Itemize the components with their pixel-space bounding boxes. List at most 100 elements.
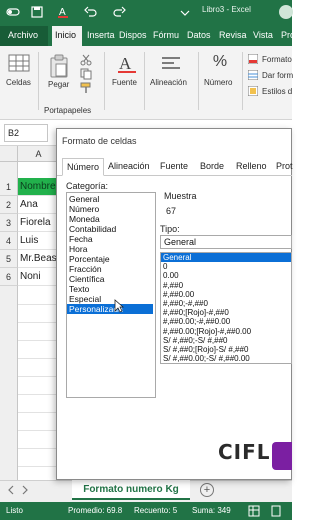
tab-revisar[interactable]: Revisa	[216, 26, 250, 46]
sample-label: Muestra	[164, 191, 197, 201]
alignment-group-label[interactable]: Alineación	[150, 78, 187, 87]
normal-view-icon[interactable]	[248, 505, 260, 519]
mouse-cursor-icon	[114, 299, 125, 315]
format-as-table-icon[interactable]	[247, 69, 259, 82]
tab-programador[interactable]: Pro	[278, 26, 298, 46]
column-header-a[interactable]: A	[18, 146, 60, 162]
tab-vista[interactable]: Vista	[250, 26, 276, 46]
name-box[interactable]: B2	[4, 124, 48, 142]
gridline	[18, 304, 60, 305]
save-icon[interactable]	[30, 4, 44, 20]
category-item[interactable]: Número	[67, 204, 153, 214]
scroll-right-icon[interactable]	[20, 484, 30, 498]
row-header[interactable]: 6	[0, 268, 18, 286]
cell-a2[interactable]: Ana	[18, 196, 60, 214]
ribbon-separator	[104, 52, 105, 110]
tab-archivo[interactable]: Archivo	[0, 26, 48, 46]
paste-label[interactable]: Pegar	[48, 80, 69, 89]
sheet-tab[interactable]: Formato numero Kg	[72, 480, 190, 500]
row-header[interactable]: 4	[0, 232, 18, 250]
category-item[interactable]: Moneda	[67, 214, 153, 224]
tab-insertar[interactable]: Inserta	[84, 26, 118, 46]
category-item[interactable]: Porcentaje	[67, 254, 153, 264]
cifl-logo: CIFL	[218, 440, 271, 464]
format-code-item[interactable]: #,##0.00;[Rojo]-#,##0.00	[161, 327, 291, 336]
format-code-item[interactable]: S/ #,##0.00;-S/ #,##0.00	[161, 354, 291, 363]
percent-icon[interactable]: %	[210, 52, 230, 72]
cut-icon[interactable]	[80, 54, 92, 68]
cell-a1[interactable]: Nombre	[18, 178, 60, 196]
category-item[interactable]: Fracción	[67, 264, 153, 274]
row-header[interactable]: 3	[0, 214, 18, 232]
conditional-format-icon[interactable]	[247, 53, 259, 66]
status-sum[interactable]: Suma: 349	[192, 506, 231, 515]
category-item[interactable]: Fecha	[67, 234, 153, 244]
format-code-item[interactable]: S/ #,##0;[Rojo]-S/ #,##0	[161, 345, 291, 354]
dialog-tab-borde[interactable]: Borde	[200, 158, 224, 176]
category-item[interactable]: Hora	[67, 244, 153, 254]
redo-icon[interactable]	[112, 4, 126, 20]
paste-icon[interactable]	[48, 54, 70, 80]
row-header[interactable]: 5	[0, 250, 18, 268]
cells-group-icon[interactable]	[8, 54, 30, 76]
format-code-item[interactable]: #,##0.00;-#,##0.00	[161, 317, 291, 326]
cells-group-label[interactable]: Celdas	[6, 78, 31, 87]
row-header[interactable]: 1	[0, 178, 18, 196]
tab-disposicion[interactable]: Dispos	[116, 26, 150, 46]
conditional-format-label[interactable]: Formato	[262, 55, 292, 64]
category-item[interactable]: Texto	[67, 284, 153, 294]
cell-a5[interactable]: Mr.Beas	[18, 250, 60, 268]
scroll-left-icon[interactable]	[6, 484, 16, 498]
svg-text:A: A	[119, 54, 132, 73]
format-code-item-selected[interactable]: General	[161, 253, 291, 263]
status-average[interactable]: Promedio: 69.8	[68, 506, 122, 515]
font-icon[interactable]: A	[116, 52, 138, 76]
undo-icon[interactable]	[84, 4, 98, 20]
customize-icon[interactable]	[178, 4, 192, 20]
dialog-tab-proteger[interactable]: Prot	[276, 158, 293, 176]
user-avatar-icon[interactable]	[279, 5, 293, 19]
ribbon-separator	[242, 52, 243, 110]
category-item[interactable]: General	[67, 194, 153, 204]
type-input[interactable]: General	[160, 235, 292, 249]
format-painter-icon[interactable]	[80, 82, 92, 96]
format-code-item[interactable]: S/ #,##0;-S/ #,##0	[161, 336, 291, 345]
add-sheet-button[interactable]: +	[200, 483, 214, 497]
format-code-item[interactable]: #,##0;-#,##0	[161, 299, 291, 308]
category-item-selected[interactable]: Personalizada	[67, 304, 153, 314]
tab-formulas[interactable]: Fórmu	[150, 26, 182, 46]
dialog-tab-numero[interactable]: Número	[62, 158, 104, 176]
format-code-item[interactable]: 0.00	[161, 271, 291, 280]
cell-styles-label[interactable]: Estilos d	[262, 87, 292, 96]
cell-styles-icon[interactable]	[247, 85, 259, 98]
dialog-tab-fuente[interactable]: Fuente	[160, 158, 188, 176]
number-group-label[interactable]: Número	[204, 78, 232, 87]
tab-inicio[interactable]: Inicio	[52, 26, 82, 46]
row-header-empty	[0, 286, 18, 480]
cell-a4[interactable]: Luis	[18, 232, 60, 250]
tab-datos[interactable]: Datos	[184, 26, 214, 46]
status-count[interactable]: Recuento: 5	[134, 506, 177, 515]
format-as-table-label[interactable]: Dar form	[262, 71, 293, 80]
alignment-icon[interactable]	[160, 54, 182, 76]
category-item[interactable]: Científica	[67, 274, 153, 284]
format-code-item[interactable]: #,##0	[161, 281, 291, 290]
category-item[interactable]: Contabilidad	[67, 224, 153, 234]
font-color-icon[interactable]: A	[56, 4, 70, 20]
autosave-icon[interactable]	[6, 4, 20, 20]
format-code-item[interactable]: #,##0.00	[161, 290, 291, 299]
format-code-item[interactable]: 0	[161, 262, 291, 271]
copy-icon[interactable]	[80, 68, 92, 82]
format-code-item[interactable]: #,##0;[Rojo]-#,##0	[161, 308, 291, 317]
page-layout-icon[interactable]	[270, 505, 282, 519]
category-item[interactable]: Especial	[67, 294, 153, 304]
dialog-tab-relleno[interactable]: Relleno	[236, 158, 267, 176]
cell-a3[interactable]: Fiorela	[18, 214, 60, 232]
row-header[interactable]: 2	[0, 196, 18, 214]
select-all-corner[interactable]	[0, 146, 18, 162]
cell-a6[interactable]: Noni	[18, 268, 60, 286]
font-group-label[interactable]: Fuente	[112, 78, 137, 87]
title-bar: A Libro3 - Excel	[0, 0, 293, 24]
dialog-tab-alineacion[interactable]: Alineación	[108, 158, 150, 176]
ribbon-separator	[38, 52, 39, 110]
